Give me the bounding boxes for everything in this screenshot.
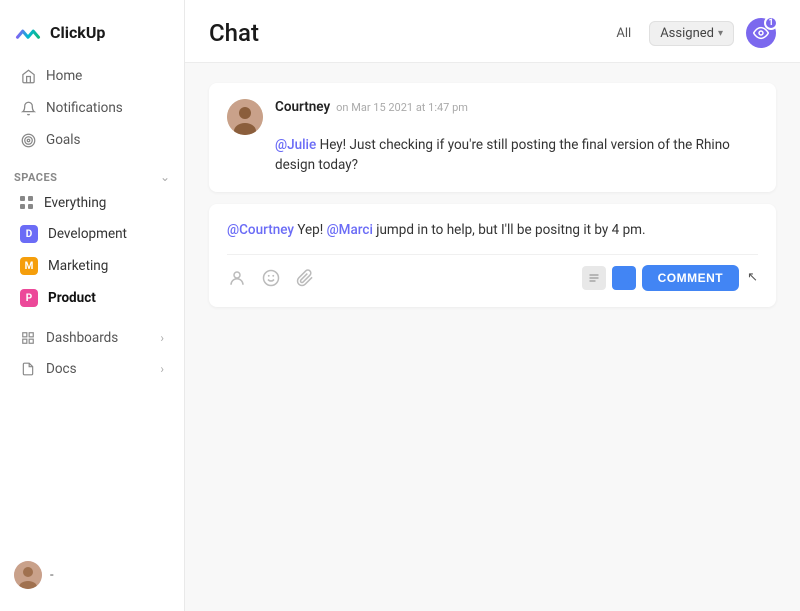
- sidebar-item-product[interactable]: P Product: [6, 283, 178, 313]
- product-label: Product: [48, 290, 96, 306]
- message-timestamp: on Mar 15 2021 at 1:47 pm: [336, 101, 468, 114]
- courtney-avatar: [227, 99, 263, 135]
- goals-label: Goals: [46, 132, 81, 148]
- reply-body: @Courtney Yep! @Marci jumpd in to help, …: [227, 220, 758, 240]
- logo-text: ClickUp: [50, 23, 105, 42]
- page-header: Chat All Assigned ▾ 1: [185, 0, 800, 63]
- sidebar-item-goals[interactable]: Goals: [6, 125, 178, 155]
- sidebar-item-development[interactable]: D Development: [6, 219, 178, 249]
- chat-area: Courtney on Mar 15 2021 at 1:47 pm @Juli…: [185, 63, 800, 611]
- notification-count: 1: [764, 16, 778, 30]
- reply-toolbar: COMMENT ↖: [227, 254, 758, 291]
- docs-icon: [20, 361, 36, 377]
- home-icon: [20, 68, 36, 84]
- spaces-header: Spaces ⌄: [0, 160, 184, 188]
- clickup-logo-icon: [14, 18, 42, 46]
- reply-tools-right: COMMENT ↖: [582, 265, 758, 291]
- dashboard-icon: [20, 330, 36, 346]
- main-content: Chat All Assigned ▾ 1: [185, 0, 800, 611]
- message-text: Hey! Just checking if you're still posti…: [275, 137, 730, 173]
- sidebar-item-dashboards[interactable]: Dashboards ›: [6, 323, 178, 353]
- chevron-down-icon[interactable]: ⌄: [160, 170, 170, 184]
- grid-icon: [20, 196, 34, 210]
- spaces-title: Spaces: [14, 171, 57, 184]
- format-icon-btn[interactable]: [582, 266, 606, 290]
- mention-marci: @Marci: [327, 222, 373, 238]
- comment-button[interactable]: COMMENT: [642, 265, 740, 291]
- message-author: Courtney: [275, 99, 330, 115]
- marketing-badge: M: [20, 257, 38, 275]
- sidebar-section-bottom: Dashboards › Docs ›: [0, 322, 184, 385]
- mention-courtney: @Courtney: [227, 222, 294, 238]
- assigned-chevron-icon: ▾: [718, 28, 723, 39]
- everything-label: Everything: [44, 195, 106, 211]
- sidebar-item-notifications[interactable]: Notifications: [6, 93, 178, 123]
- user-name: -: [50, 568, 54, 583]
- page-title: Chat: [209, 19, 259, 47]
- sidebar-item-everything[interactable]: Everything: [6, 189, 178, 217]
- user-avatar: [14, 561, 42, 589]
- dashboards-label: Dashboards: [46, 330, 118, 346]
- message-body: @Julie Hey! Just checking if you're stil…: [275, 135, 758, 176]
- sidebar: ClickUp Home Notifications Goals Spaces …: [0, 0, 185, 611]
- docs-label: Docs: [46, 361, 77, 377]
- tab-assigned[interactable]: Assigned ▾: [649, 21, 734, 46]
- color-icon-btn[interactable]: [612, 266, 636, 290]
- notifications-label: Notifications: [46, 100, 123, 116]
- development-badge: D: [20, 225, 38, 243]
- user-area[interactable]: -: [0, 551, 184, 599]
- docs-chevron-icon: ›: [160, 362, 164, 376]
- mention-julie: @Julie: [275, 137, 316, 153]
- notification-bell-button[interactable]: 1: [746, 18, 776, 48]
- home-label: Home: [46, 68, 82, 84]
- product-badge: P: [20, 289, 38, 307]
- cursor-icon: ↖: [747, 270, 758, 285]
- attachment-icon[interactable]: [295, 268, 315, 288]
- message-item: Courtney on Mar 15 2021 at 1:47 pm @Juli…: [209, 83, 776, 192]
- target-icon: [20, 132, 36, 148]
- emoji-icon[interactable]: [261, 268, 281, 288]
- user-mention-icon[interactable]: [227, 268, 247, 288]
- marketing-label: Marketing: [48, 258, 108, 274]
- reply-tools-left: [227, 268, 315, 288]
- bell-icon: [20, 100, 36, 116]
- tab-all[interactable]: All: [610, 22, 637, 45]
- reply-container: @Courtney Yep! @Marci jumpd in to help, …: [209, 204, 776, 307]
- sidebar-item-docs[interactable]: Docs ›: [6, 354, 178, 384]
- sidebar-item-marketing[interactable]: M Marketing: [6, 251, 178, 281]
- sidebar-item-home[interactable]: Home: [6, 61, 178, 91]
- development-label: Development: [48, 226, 127, 242]
- dashboards-chevron-icon: ›: [160, 331, 164, 345]
- header-controls: All Assigned ▾ 1: [610, 18, 776, 48]
- logo-area: ClickUp: [0, 12, 184, 60]
